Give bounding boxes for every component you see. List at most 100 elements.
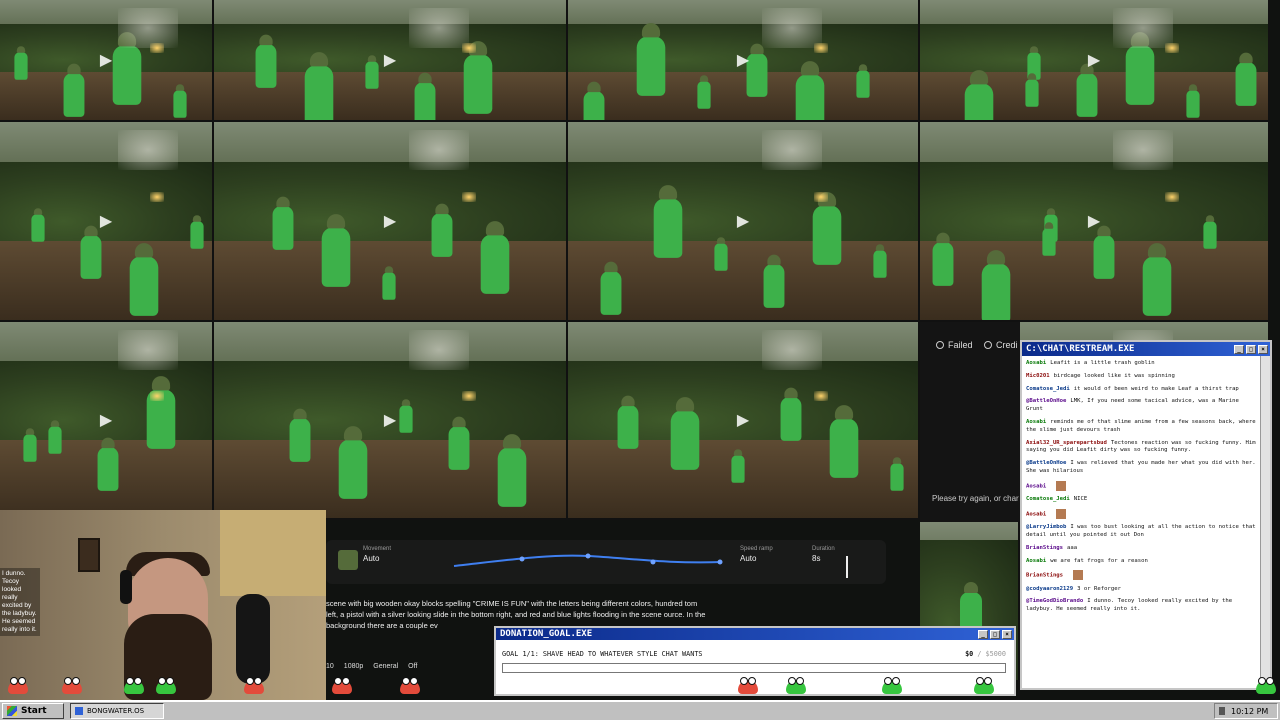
chat-text: reminds me of that slime anime from a fe… [1026, 418, 1256, 433]
play-icon[interactable]: ▶ [100, 50, 112, 70]
chat-username[interactable]: BrianStings [1026, 545, 1063, 551]
chat-message: Comatose_Jedi it would of been weird to m… [1026, 386, 1256, 394]
speed-value: Auto [740, 554, 757, 563]
movement-select[interactable]: Movement Auto [363, 546, 391, 563]
microphone [236, 594, 270, 684]
chat-messages: Aosabi Leafit is a little trash goblin Mic… [1022, 356, 1260, 688]
resolution-button[interactable]: 1080p [344, 663, 363, 670]
chat-username[interactable]: Axial32_UR_sparepartsbud [1026, 440, 1107, 446]
chat-username[interactable]: Aosabi [1026, 419, 1046, 425]
video-thumbnail[interactable]: ▶ [568, 122, 920, 322]
credits-filter[interactable]: Credi [984, 340, 1018, 350]
video-thumbnail[interactable]: ▶ [214, 322, 568, 520]
frog-icon [974, 677, 994, 694]
speed-ramp-select[interactable]: Speed ramp Auto [740, 546, 773, 563]
chat-username[interactable]: BrianStings [1026, 573, 1063, 579]
chat-username[interactable]: @TimeGodDioBrando [1026, 598, 1083, 604]
close-button[interactable]: × [1002, 629, 1012, 639]
webcam-caption: I dunno. Tecoy looked really excited by … [0, 568, 40, 636]
play-icon[interactable]: ▶ [1088, 211, 1100, 231]
chat-message: Axial32_UR_sparepartsbud Tectones reactio… [1026, 440, 1256, 456]
app-icon [75, 707, 83, 715]
chat-text: 3 or Reforger [1077, 585, 1121, 592]
play-icon[interactable]: ▶ [384, 50, 396, 70]
frog-icon [400, 677, 420, 694]
chat-username[interactable]: Aosabi [1026, 483, 1046, 489]
chat-message: @TimeGodDioBrando I dunno. Tecoy looked r… [1026, 598, 1256, 614]
video-thumbnail[interactable]: ▶ [568, 0, 920, 122]
failed-label: Failed [948, 340, 973, 350]
taskbar: Start BONGWATER.OS 10:12 PM [0, 700, 1280, 720]
wall-poster [220, 510, 326, 596]
speed-curve[interactable] [448, 550, 728, 574]
chat-username[interactable]: @BattleOnHoe [1026, 460, 1066, 466]
video-thumbnail[interactable]: ▶ [214, 0, 568, 122]
chat-username[interactable]: Comatose_Jedi [1026, 496, 1070, 502]
chat-username[interactable]: @codyaaron2129 [1026, 586, 1073, 592]
minimize-button[interactable]: _ [1234, 344, 1244, 354]
movement-value: Auto [363, 554, 380, 563]
chat-message: Aosabi Leafit is a little trash goblin [1026, 360, 1256, 368]
toggle-button[interactable]: Off [408, 663, 417, 670]
start-button[interactable]: Start [2, 703, 64, 719]
video-thumbnail[interactable]: ▶ [0, 0, 214, 122]
close-button[interactable]: × [1258, 344, 1268, 354]
speaker-icon[interactable] [1219, 707, 1225, 715]
chat-message: @BattleOnHoe I was relieved that you made… [1026, 460, 1256, 476]
webcam-feed [0, 510, 326, 700]
play-icon[interactable]: ▶ [737, 50, 749, 70]
play-icon[interactable]: ▶ [1088, 50, 1100, 70]
chat-username[interactable]: Aosabi [1026, 360, 1046, 366]
video-thumbnail[interactable]: ▶ [0, 322, 214, 520]
video-thumbnail[interactable]: ▶ [920, 122, 1270, 322]
frog-icon [124, 677, 144, 694]
chat-window: C:\CHAT\RESTREAM.EXE _ □ × Aosabi Leafit … [1020, 340, 1272, 690]
duration-select[interactable]: Duration 8s [812, 546, 835, 563]
play-icon[interactable]: ▶ [384, 410, 396, 430]
chat-username[interactable]: Comatose_Jedi [1026, 386, 1070, 392]
duration-cursor [846, 556, 848, 578]
goal-max: / $5000 [977, 650, 1006, 658]
video-thumbnail[interactable]: ▶ [214, 122, 568, 322]
chat-message: Mic0201 birdcage looked like it was spinn… [1026, 373, 1256, 381]
chat-text: it would of been weird to make Leaf a th… [1073, 385, 1239, 392]
donation-title-bar[interactable]: DONATION_GOAL.EXE _ □ × [496, 628, 1014, 640]
chat-message: Aosabi [1026, 480, 1256, 491]
chat-message: Comatose_Jedi NICE [1026, 496, 1256, 504]
play-icon[interactable]: ▶ [100, 211, 112, 231]
frog-icon [156, 677, 176, 694]
style-button[interactable]: General [373, 663, 398, 670]
chat-username[interactable]: Aosabi [1026, 558, 1046, 564]
chat-username[interactable]: @BattleOnHoe [1026, 398, 1066, 404]
taskbar-app-button[interactable]: BONGWATER.OS [70, 703, 164, 719]
chat-username[interactable]: @LarryJimbob [1026, 524, 1066, 530]
video-thumbnail[interactable]: ▶ [920, 0, 1270, 122]
failed-filter[interactable]: Failed [936, 340, 973, 350]
maximize-button[interactable]: □ [1246, 344, 1256, 354]
info-icon [936, 341, 944, 349]
play-icon[interactable]: ▶ [384, 211, 396, 231]
speed-label: Speed ramp [740, 546, 773, 552]
chat-scrollbar[interactable] [1260, 356, 1270, 688]
play-icon[interactable]: ▶ [737, 410, 749, 430]
chat-message: @codyaaron2129 3 or Reforger [1026, 586, 1256, 594]
play-icon[interactable]: ▶ [737, 211, 749, 231]
info-icon [984, 341, 992, 349]
video-thumbnail[interactable]: ▶ [568, 322, 920, 520]
chat-title-bar[interactable]: C:\CHAT\RESTREAM.EXE _ □ × [1022, 342, 1270, 356]
wall-frame [78, 538, 100, 572]
sora-side-panel: Failed Credi Please try again, or char [920, 322, 1020, 522]
chat-username[interactable]: Aosabi [1026, 511, 1046, 517]
movement-label: Movement [363, 546, 392, 552]
chat-message: @BattleOnHoe LMK, If you need some tacica… [1026, 398, 1256, 414]
minimize-button[interactable]: _ [978, 629, 988, 639]
goal-row: GOAL 1/1: SHAVE HEAD TO WHATEVER STYLE C… [502, 650, 1006, 658]
chat-username[interactable]: Mic0201 [1026, 373, 1050, 379]
play-icon[interactable]: ▶ [100, 410, 112, 430]
headset [120, 570, 132, 604]
maximize-button[interactable]: □ [990, 629, 1000, 639]
chat-message: Aosabi [1026, 508, 1256, 519]
frog-icon [8, 677, 28, 694]
video-thumbnail[interactable]: ▶ [0, 122, 214, 322]
clock: 10:12 PM [1231, 706, 1269, 716]
